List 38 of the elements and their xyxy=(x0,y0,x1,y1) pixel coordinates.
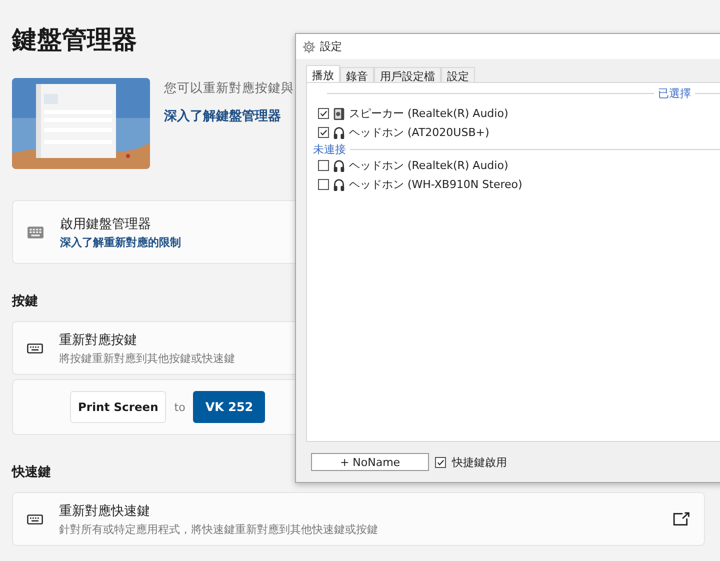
description-text: 您可以重新對應按鍵與 xyxy=(164,80,294,97)
speaker-icon xyxy=(333,106,345,120)
headphones-icon xyxy=(333,158,345,172)
mapped-key: VK 252 xyxy=(193,391,266,423)
device-name: スピーカー (Realtek(R) Audio) xyxy=(349,106,508,121)
headphones-icon xyxy=(333,178,345,192)
checkbox[interactable] xyxy=(318,108,329,119)
keyboard-icon xyxy=(27,226,44,238)
keyboard-icon xyxy=(27,514,43,524)
limits-link[interactable]: 深入了解重新對應的限制 xyxy=(60,234,181,250)
checkbox[interactable] xyxy=(318,127,329,138)
device-name: ヘッドホン (AT2020USB+) xyxy=(349,125,490,140)
headphones-icon xyxy=(333,126,345,140)
card-subtitle: 將按鍵重新對應到其他按鍵或快速鍵 xyxy=(59,350,236,366)
group-label: 已選擇 xyxy=(658,86,691,100)
checkbox[interactable] xyxy=(318,179,329,190)
card-subtitle: 針對所有或特定應用程式，將快速鍵重新對應到其他快速鍵或按鍵 xyxy=(59,522,379,536)
section-heading: 快速鍵 xyxy=(12,464,52,481)
card-title: 重新對應按鍵 xyxy=(59,332,138,348)
external-link-icon[interactable] xyxy=(673,512,690,526)
device-name: ヘッドホン (WH-XB910N Stereo) xyxy=(349,177,522,192)
card-title: 啟用鍵盤管理器 xyxy=(60,216,152,232)
checkbox[interactable] xyxy=(435,456,446,468)
group-label: 未連接 xyxy=(313,142,346,156)
add-profile-button[interactable]: + NoName xyxy=(311,453,429,471)
original-key: Print Screen xyxy=(70,391,166,423)
to-label: to xyxy=(174,400,186,414)
hotkey-label: 快捷鍵啟用 xyxy=(452,454,507,470)
learn-more-link[interactable]: 深入了解鍵盤管理器 xyxy=(164,107,281,125)
checkbox[interactable] xyxy=(318,160,329,171)
page-title: 鍵盤管理器 xyxy=(12,24,137,56)
section-heading: 按鍵 xyxy=(12,293,39,310)
device-name: ヘッドホン (Realtek(R) Audio) xyxy=(349,158,508,173)
keyboard-icon xyxy=(27,342,43,354)
window-title: 設定 xyxy=(320,39,342,54)
remap-card[interactable]: 重新對應快速鍵 針對所有或特定應用程式，將快速鍵重新對應到其他快速鍵或按鍵 xyxy=(12,492,705,546)
card-title: 重新對應快速鍵 xyxy=(59,502,151,520)
gear-icon xyxy=(302,40,316,54)
